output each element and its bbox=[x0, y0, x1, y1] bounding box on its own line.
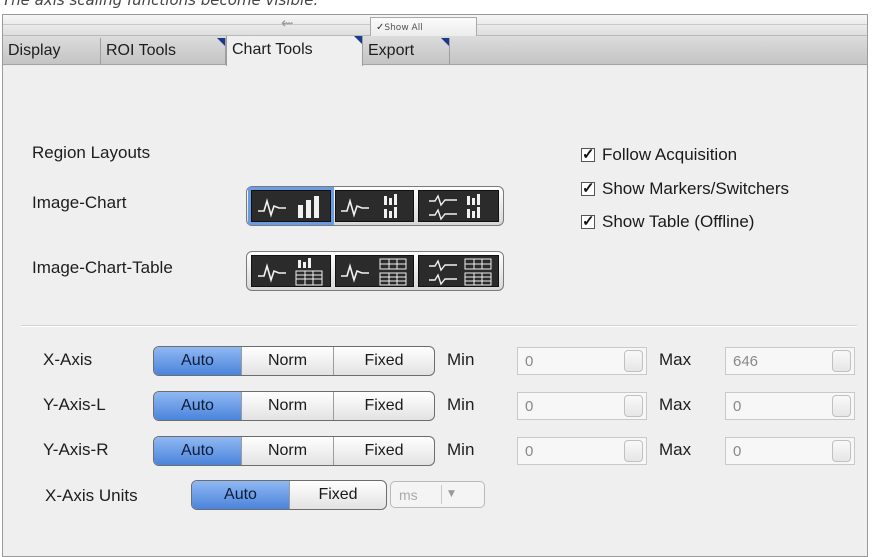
y-axis-r-norm-button[interactable]: Norm bbox=[242, 437, 334, 465]
layout-image-chart-table-grid-icon[interactable] bbox=[418, 255, 499, 287]
x-axis-min-value: 0 bbox=[525, 352, 534, 370]
y-axis-r-scale-selector: Auto Norm Fixed bbox=[153, 436, 435, 466]
y-axis-r-max-label: Max bbox=[659, 440, 692, 459]
tab-display[interactable]: Display bbox=[3, 38, 101, 65]
follow-acquisition-label: Follow Acquisition bbox=[602, 145, 738, 164]
image-chart-table-layout-group bbox=[246, 251, 504, 291]
units-value: ms bbox=[399, 486, 418, 503]
section-divider bbox=[21, 325, 857, 327]
x-axis-min-field[interactable]: 0 bbox=[517, 347, 647, 375]
y-axis-l-min-value: 0 bbox=[525, 397, 534, 415]
x-axis-scale-selector: Auto Norm Fixed bbox=[153, 346, 435, 376]
layout-image-chart-grid-icon[interactable] bbox=[418, 190, 499, 222]
x-axis-units-fixed-button[interactable]: Fixed bbox=[290, 481, 386, 509]
tab-corner-marker bbox=[354, 36, 362, 44]
checkbox-box[interactable] bbox=[581, 145, 595, 163]
tab-label: ROI Tools bbox=[106, 42, 176, 59]
back-arrow-icon[interactable]: ⇜ bbox=[281, 15, 294, 31]
tab-corner-marker bbox=[217, 38, 225, 46]
show-markers-label: Show Markers/Switchers bbox=[602, 179, 790, 198]
tab-label: Display bbox=[8, 42, 61, 59]
y-axis-l-fixed-button[interactable]: Fixed bbox=[334, 392, 434, 420]
tab-roi-tools[interactable]: ROI Tools bbox=[101, 38, 226, 65]
y-axis-l-norm-button[interactable]: Norm bbox=[242, 392, 334, 420]
show-table-checkbox[interactable]: Show Table (Offline) bbox=[581, 212, 754, 232]
follow-acquisition-checkbox[interactable]: Follow Acquisition bbox=[581, 145, 737, 165]
x-axis-units-dropdown[interactable]: ms ▼ bbox=[390, 481, 485, 508]
x-axis-auto-button[interactable]: Auto bbox=[154, 347, 242, 375]
image-chart-layout-group bbox=[246, 186, 504, 226]
x-axis-units-label: X-Axis Units bbox=[45, 486, 138, 505]
chevron-down-icon[interactable]: ▼ bbox=[441, 485, 461, 504]
tab-bar: Display ROI Tools Chart Tools Export bbox=[3, 36, 867, 66]
layout-image-chart-stack-icon[interactable] bbox=[335, 190, 415, 222]
spinner-icon[interactable] bbox=[832, 440, 851, 462]
x-axis-label: X-Axis bbox=[43, 350, 93, 369]
image-chart-label: Image-Chart bbox=[32, 193, 127, 212]
y-axis-r-max-value: 0 bbox=[733, 442, 742, 460]
spinner-icon[interactable] bbox=[832, 395, 851, 417]
x-axis-units-selector: Auto Fixed bbox=[191, 480, 387, 510]
y-axis-l-max-field[interactable]: 0 bbox=[725, 392, 855, 420]
y-axis-l-max-label: Max bbox=[659, 395, 692, 414]
show-markers-checkbox[interactable]: Show Markers/Switchers bbox=[581, 179, 789, 199]
y-axis-l-max-value: 0 bbox=[733, 397, 742, 415]
x-axis-norm-button[interactable]: Norm bbox=[242, 347, 334, 375]
show-all-button[interactable]: ✓Show All bbox=[370, 17, 477, 36]
x-axis-max-field[interactable]: 646 bbox=[725, 347, 855, 375]
show-table-label: Show Table (Offline) bbox=[602, 212, 755, 231]
spinner-icon[interactable] bbox=[624, 395, 643, 417]
y-axis-l-min-field[interactable]: 0 bbox=[517, 392, 647, 420]
y-axis-r-min-value: 0 bbox=[525, 442, 534, 460]
x-axis-max-value: 646 bbox=[733, 352, 759, 370]
y-axis-r-min-field[interactable]: 0 bbox=[517, 437, 647, 465]
y-axis-r-label: Y-Axis-R bbox=[43, 440, 109, 459]
spinner-icon[interactable] bbox=[624, 440, 643, 462]
tab-chart-tools[interactable]: Chart Tools bbox=[226, 36, 363, 66]
layout-image-chart-table-stack-icon[interactable] bbox=[335, 255, 415, 287]
region-layouts-heading: Region Layouts bbox=[32, 143, 151, 162]
caption-text: The axis scaling functions become visibl… bbox=[2, 0, 319, 9]
y-axis-r-auto-button[interactable]: Auto bbox=[154, 437, 242, 465]
y-axis-r-fixed-button[interactable]: Fixed bbox=[334, 437, 434, 465]
x-axis-max-label: Max bbox=[659, 350, 692, 369]
layout-image-chart-table-side-icon[interactable] bbox=[251, 255, 331, 287]
x-axis-fixed-button[interactable]: Fixed bbox=[334, 347, 434, 375]
chart-tools-panel: ⇜ ✓Show All Display ROI Tools Chart Tool… bbox=[2, 14, 868, 557]
tab-label: Chart Tools bbox=[232, 41, 313, 58]
x-axis-units-auto-button[interactable]: Auto bbox=[192, 481, 290, 509]
x-axis-min-label: Min bbox=[447, 350, 475, 369]
image-chart-table-label: Image-Chart-Table bbox=[32, 258, 173, 277]
y-axis-r-max-field[interactable]: 0 bbox=[725, 437, 855, 465]
show-all-label: Show All bbox=[384, 23, 423, 33]
y-axis-r-min-label: Min bbox=[447, 440, 475, 459]
checkbox-box[interactable] bbox=[581, 179, 595, 197]
y-axis-l-auto-button[interactable]: Auto bbox=[154, 392, 242, 420]
y-axis-l-label: Y-Axis-L bbox=[43, 395, 106, 414]
layout-image-chart-side-icon[interactable] bbox=[248, 187, 334, 225]
tab-export[interactable]: Export bbox=[363, 38, 450, 65]
tab-corner-marker bbox=[441, 38, 449, 46]
spinner-icon[interactable] bbox=[624, 350, 643, 372]
y-axis-l-min-label: Min bbox=[447, 395, 475, 414]
tab-content: Region Layouts Image-Chart Image-Chart-T… bbox=[3, 66, 867, 556]
checkbox-box[interactable] bbox=[581, 212, 595, 230]
y-axis-l-scale-selector: Auto Norm Fixed bbox=[153, 391, 435, 421]
spinner-icon[interactable] bbox=[832, 350, 851, 372]
tab-label: Export bbox=[368, 42, 415, 59]
top-toolbar: ⇜ ✓Show All bbox=[3, 15, 867, 36]
